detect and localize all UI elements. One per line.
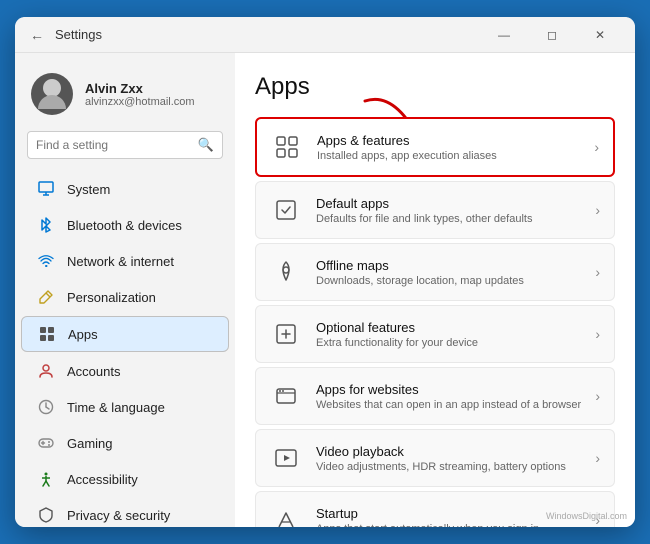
sidebar-item-system[interactable]: System bbox=[21, 172, 229, 206]
search-box[interactable]: 🔍 bbox=[27, 131, 223, 159]
main-panel: Apps Apps & features bbox=[235, 53, 635, 527]
startup-text: Startup Apps that start automatically wh… bbox=[316, 506, 581, 528]
maximize-button[interactable]: ◻ bbox=[529, 17, 575, 53]
video-playback-text: Video playback Video adjustments, HDR st… bbox=[316, 444, 581, 473]
apps-websites-text: Apps for websites Websites that can open… bbox=[316, 382, 581, 411]
sidebar-label-gaming: Gaming bbox=[67, 436, 113, 451]
person-icon bbox=[37, 362, 55, 380]
back-button[interactable]: ← bbox=[27, 25, 47, 45]
optional-features-desc: Extra functionality for your device bbox=[316, 337, 581, 349]
default-apps-desc: Defaults for file and link types, other … bbox=[316, 213, 581, 225]
search-input[interactable] bbox=[36, 138, 192, 152]
title-bar: ← Settings — ◻ ✕ bbox=[15, 17, 635, 53]
video-playback-title: Video playback bbox=[316, 444, 581, 459]
default-apps-title: Default apps bbox=[316, 196, 581, 211]
sidebar-label-system: System bbox=[67, 182, 110, 197]
settings-item-video-playback[interactable]: Video playback Video adjustments, HDR st… bbox=[255, 429, 615, 487]
sidebar: Alvin Zxx alvinzxx@hotmail.com 🔍 System bbox=[15, 53, 235, 527]
settings-window: ← Settings — ◻ ✕ Alvin Zxx alvinzxx@hotm… bbox=[15, 17, 635, 527]
offline-maps-title: Offline maps bbox=[316, 258, 581, 273]
monitor-icon bbox=[37, 180, 55, 198]
apps-features-chevron: › bbox=[594, 139, 599, 155]
startup-desc: Apps that start automatically when you s… bbox=[316, 523, 581, 528]
offline-maps-desc: Downloads, storage location, map updates bbox=[316, 275, 581, 287]
sidebar-item-bluetooth[interactable]: Bluetooth & devices bbox=[21, 208, 229, 242]
settings-item-startup[interactable]: Startup Apps that start automatically wh… bbox=[255, 491, 615, 527]
sidebar-label-time: Time & language bbox=[67, 400, 165, 415]
apps-websites-icon bbox=[270, 380, 302, 412]
settings-item-apps-features[interactable]: Apps & features Installed apps, app exec… bbox=[255, 117, 615, 177]
video-playback-chevron: › bbox=[595, 450, 600, 466]
startup-icon bbox=[270, 504, 302, 527]
video-playback-desc: Video adjustments, HDR streaming, batter… bbox=[316, 461, 581, 473]
apps-features-title: Apps & features bbox=[317, 133, 580, 148]
optional-features-icon bbox=[270, 318, 302, 350]
offline-maps-icon bbox=[270, 256, 302, 288]
bluetooth-icon bbox=[37, 216, 55, 234]
apps-features-desc: Installed apps, app execution aliases bbox=[317, 150, 580, 162]
main-content: Alvin Zxx alvinzxx@hotmail.com 🔍 System bbox=[15, 53, 635, 527]
user-email: alvinzxx@hotmail.com bbox=[85, 96, 195, 108]
close-button[interactable]: ✕ bbox=[577, 17, 623, 53]
sidebar-item-personalization[interactable]: Personalization bbox=[21, 280, 229, 314]
clock-icon bbox=[37, 398, 55, 416]
accessibility-icon bbox=[37, 470, 55, 488]
watermark: WindowsDigital.com bbox=[546, 511, 627, 521]
sidebar-item-privacy[interactable]: Privacy & security bbox=[21, 498, 229, 527]
apps-websites-title: Apps for websites bbox=[316, 382, 581, 397]
page-title: Apps bbox=[255, 73, 615, 101]
default-apps-icon bbox=[270, 194, 302, 226]
search-icon: 🔍 bbox=[198, 137, 214, 153]
sidebar-item-time[interactable]: Time & language bbox=[21, 390, 229, 424]
offline-maps-text: Offline maps Downloads, storage location… bbox=[316, 258, 581, 287]
window-controls: — ◻ ✕ bbox=[481, 17, 623, 53]
settings-item-optional-features[interactable]: Optional features Extra functionality fo… bbox=[255, 305, 615, 363]
video-playback-icon bbox=[270, 442, 302, 474]
sidebar-label-bluetooth: Bluetooth & devices bbox=[67, 218, 182, 233]
sidebar-label-apps: Apps bbox=[68, 327, 98, 342]
sidebar-item-network[interactable]: Network & internet bbox=[21, 244, 229, 278]
apps-features-icon bbox=[271, 131, 303, 163]
settings-item-apps-websites[interactable]: Apps for websites Websites that can open… bbox=[255, 367, 615, 425]
minimize-button[interactable]: — bbox=[481, 17, 527, 53]
shield-icon bbox=[37, 506, 55, 524]
sidebar-item-accessibility[interactable]: Accessibility bbox=[21, 462, 229, 496]
sidebar-item-accounts[interactable]: Accounts bbox=[21, 354, 229, 388]
settings-list: Apps & features Installed apps, app exec… bbox=[255, 117, 615, 527]
wifi-icon bbox=[37, 252, 55, 270]
apps-features-text: Apps & features Installed apps, app exec… bbox=[317, 133, 580, 162]
sidebar-label-personalization: Personalization bbox=[67, 290, 156, 305]
sidebar-label-privacy: Privacy & security bbox=[67, 508, 170, 523]
default-apps-text: Default apps Defaults for file and link … bbox=[316, 196, 581, 225]
sidebar-label-accessibility: Accessibility bbox=[67, 472, 138, 487]
optional-features-title: Optional features bbox=[316, 320, 581, 335]
optional-features-chevron: › bbox=[595, 326, 600, 342]
optional-features-text: Optional features Extra functionality fo… bbox=[316, 320, 581, 349]
settings-item-default-apps[interactable]: Default apps Defaults for file and link … bbox=[255, 181, 615, 239]
sidebar-item-apps[interactable]: Apps bbox=[21, 316, 229, 352]
apps-icon bbox=[38, 325, 56, 343]
settings-item-offline-maps[interactable]: Offline maps Downloads, storage location… bbox=[255, 243, 615, 301]
sidebar-label-accounts: Accounts bbox=[67, 364, 120, 379]
startup-title: Startup bbox=[316, 506, 581, 521]
apps-websites-desc: Websites that can open in an app instead… bbox=[316, 399, 581, 411]
brush-icon bbox=[37, 288, 55, 306]
gamepad-icon bbox=[37, 434, 55, 452]
sidebar-label-network: Network & internet bbox=[67, 254, 174, 269]
default-apps-chevron: › bbox=[595, 202, 600, 218]
user-info: Alvin Zxx alvinzxx@hotmail.com bbox=[85, 81, 195, 108]
user-name: Alvin Zxx bbox=[85, 81, 195, 96]
apps-websites-chevron: › bbox=[595, 388, 600, 404]
avatar bbox=[31, 73, 73, 115]
user-profile: Alvin Zxx alvinzxx@hotmail.com bbox=[15, 65, 235, 131]
window-title: Settings bbox=[55, 27, 102, 42]
offline-maps-chevron: › bbox=[595, 264, 600, 280]
sidebar-item-gaming[interactable]: Gaming bbox=[21, 426, 229, 460]
